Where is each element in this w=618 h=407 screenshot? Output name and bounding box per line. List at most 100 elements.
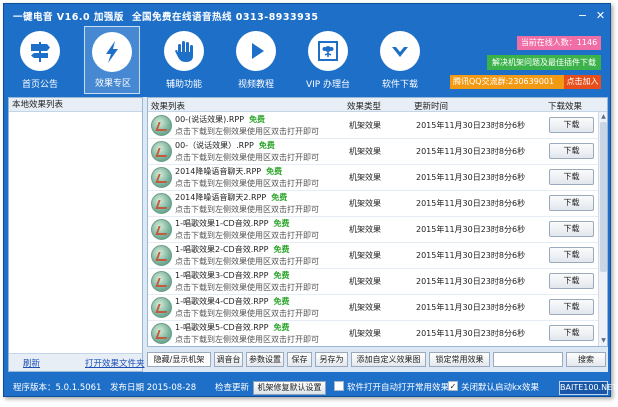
check-update-link[interactable]: 检查更新 — [215, 381, 249, 393]
scroll-thumb[interactable] — [600, 122, 607, 272]
nav-video-tutorials[interactable]: 视频教程 — [228, 26, 284, 94]
effect-name: 2014降噪语音聊天2.RPP 免费 — [175, 192, 287, 203]
minimize-icon[interactable]: − — [576, 10, 589, 21]
effect-updated-time: 2015年11月30日23时8分6秒 — [416, 147, 526, 156]
auto-open-checkbox[interactable] — [334, 381, 344, 391]
add-custom-effect-button[interactable]: 添加自定义效果图 — [351, 352, 426, 367]
effect-filename: 1-唱歌效果3-CD音效.RPP — [175, 271, 269, 280]
hand-icon — [164, 31, 204, 71]
rack-effect-icon — [151, 193, 172, 214]
effect-name: 1-唱歌效果1-CD音效.RPP 免费 — [175, 218, 289, 229]
scroll-down-icon[interactable]: ▼ — [600, 337, 607, 345]
search-button[interactable]: 搜索 — [566, 352, 606, 367]
toggle-rack-button[interactable]: 隐藏/显示机架 — [147, 352, 211, 367]
save-as-button[interactable]: 另存为 — [315, 352, 348, 367]
status-bar: 程序版本：5.0.1.5061 发布日期 2015-08-28 检查更新 机架修… — [4, 376, 617, 396]
effects-action-bar: 隐藏/显示机架 调音台 参数设置 保存 另存为 添加自定义效果图 锁定常用效果 … — [147, 351, 608, 369]
nav-home-announcement[interactable]: 首页公告 — [12, 26, 68, 94]
rack-effect-icon — [151, 115, 172, 136]
join-group-button[interactable]: 点击加入 — [564, 75, 601, 89]
nav-label: 效果专区 — [94, 79, 131, 89]
close-icon[interactable]: ✕ — [594, 10, 607, 21]
effect-name: 1-唱歌效果3-CD音效.RPP 免费 — [175, 270, 289, 281]
nav-vip-desk[interactable]: VIP 办理台 — [300, 26, 356, 94]
effect-updated-time: 2015年11月30日23时8分6秒 — [416, 121, 526, 130]
table-row[interactable]: 2014降噪语音聊天2.RPP 免费 点击下载到左侧效果使用区双击打开即可 机架效果 2… — [148, 190, 598, 217]
effect-type: 机架效果 — [349, 277, 381, 286]
effect-type: 机架效果 — [349, 303, 381, 312]
refresh-link[interactable]: 刷新 — [23, 357, 40, 369]
download-button[interactable]: 下载 — [549, 325, 594, 341]
app-title: 一键电音 V16.0 加强版 — [13, 12, 124, 23]
download-button[interactable]: 下载 — [549, 221, 594, 237]
nav-label: 视频教程 — [237, 80, 274, 90]
rack-effect-icon — [151, 271, 172, 292]
save-button[interactable]: 保存 — [287, 352, 312, 367]
open-folder-link[interactable]: 打开效果文件夹 — [85, 357, 145, 369]
nav-effects-zone[interactable]: 效果专区 — [84, 26, 140, 94]
download-button[interactable]: 下载 — [549, 143, 594, 159]
effect-updated-time: 2015年11月30日23时8分6秒 — [416, 303, 526, 312]
signpost-icon — [20, 31, 60, 71]
table-row[interactable]: 1-唱歌效果1-CD音效.RPP 免费 点击下载到左侧效果使用区双击打开即可 机架效果… — [148, 216, 598, 243]
effect-name: 2014降噪语音聊天.RPP 免费 — [175, 166, 282, 177]
table-row[interactable]: 1-唱歌效果2-CD音效.RPP 免费 点击下载到左侧效果使用区双击打开即可 机架效果… — [148, 242, 598, 269]
mixer-button[interactable]: 调音台 — [214, 352, 243, 367]
column-header-type: 效果类型 — [347, 102, 382, 112]
free-badge: 免费 — [249, 115, 266, 124]
effect-updated-time: 2015年11月30日23时8分6秒 — [416, 199, 526, 208]
nav-label: 辅助功能 — [165, 80, 202, 90]
table-row[interactable]: 1-唱歌效果3-CD音效.RPP 免费 点击下载到左侧效果使用区双击打开即可 机架效果… — [148, 268, 598, 295]
effect-name: 00-（说话效果）.RPP 免费 — [175, 140, 275, 151]
free-badge: 免费 — [273, 219, 290, 228]
download-button[interactable]: 下载 — [549, 247, 594, 263]
rack-reset-button[interactable]: 机架修复默认设置 — [253, 381, 326, 395]
rack-effect-icon — [151, 297, 172, 318]
auto-open-label: 软件打开自动打开常用效果 — [347, 383, 450, 393]
download-button[interactable]: 下载 — [549, 273, 594, 289]
download-button[interactable]: 下载 — [549, 195, 594, 211]
effect-hint: 点击下载到左侧效果使用区双击打开即可 — [175, 205, 319, 214]
download-button[interactable]: 下载 — [549, 117, 594, 133]
effect-hint: 点击下载到左侧效果使用区双击打开即可 — [175, 179, 319, 188]
effect-name: 1-唱歌效果2-CD音效.RPP 免费 — [175, 244, 289, 255]
release-date: 发布日期 2015-08-28 — [110, 383, 197, 393]
brand-link[interactable]: BAITE100.NET — [559, 381, 617, 395]
fix-plugin-download-link[interactable]: 解决机架问题及最佳插件下载 — [487, 55, 601, 70]
app-window: 一键电音 V16.0 加强版 全国免费在线语音热线 0313-8933935 −… — [3, 3, 617, 397]
lightning-icon — [92, 32, 132, 72]
effect-filename: 2014降噪语音聊天2.RPP — [175, 193, 267, 202]
effect-filename: 1-唱歌效果4-CD音效.RPP — [175, 297, 269, 306]
play-icon — [236, 31, 276, 71]
table-row[interactable]: 2014降噪语音聊天.RPP 免费 点击下载到左侧效果使用区双击打开即可 机架效果 20… — [148, 164, 598, 191]
download-button[interactable]: 下载 — [549, 169, 594, 185]
local-effects-links: 刷新 打开效果文件夹 — [9, 353, 145, 371]
effects-table-header: 效果列表 效果类型 更新时间 下载效果 — [148, 98, 607, 112]
search-input[interactable] — [493, 352, 563, 367]
close-kx-checkbox[interactable]: ✓ — [448, 381, 458, 391]
effect-name: 1-唱歌效果5-CD音效.RPP 免费 — [175, 322, 289, 333]
table-row[interactable]: 1-唱歌效果4-CD音效.RPP 免费 点击下载到左侧效果使用区双击打开即可 机架效果… — [148, 294, 598, 321]
table-row[interactable]: 00-(说话效果).RPP 免费 点击下载到左侧效果使用区双击打开即可 机架效果 201… — [148, 112, 598, 139]
hotline-text: 全国免费在线语音热线 0313-8933935 — [132, 12, 319, 23]
table-row[interactable]: 1-唱歌效果5-CD音效.RPP 免费 点击下载到左侧效果使用区双击打开即可 机架效果… — [148, 320, 598, 346]
effect-hint: 点击下载到左侧效果使用区双击打开即可 — [175, 153, 319, 162]
online-count-badge: 当前在线人数：1146 — [517, 36, 601, 50]
download-button[interactable]: 下载 — [549, 299, 594, 315]
effect-filename: 2014降噪语音聊天.RPP — [175, 167, 262, 176]
nav-assist-functions[interactable]: 辅助功能 — [156, 26, 212, 94]
vertical-scrollbar[interactable]: ▲ ▼ — [598, 112, 607, 346]
effect-type: 机架效果 — [349, 329, 381, 338]
effect-updated-time: 2015年11月30日23时8分6秒 — [416, 225, 526, 234]
main-toolbar: 首页公告 效果专区 辅助功能 视频教程 VIP 办理台 软件下载 当前在线人数：… — [4, 26, 610, 96]
rack-effect-icon — [151, 141, 172, 162]
nav-software-download[interactable]: 软件下载 — [372, 26, 428, 94]
free-badge: 免费 — [273, 245, 290, 254]
scroll-up-icon[interactable]: ▲ — [600, 113, 607, 121]
lock-effects-button[interactable]: 锁定常用效果 — [429, 352, 490, 367]
effect-filename: 1-唱歌效果5-CD音效.RPP — [175, 323, 269, 332]
effect-filename: 1-唱歌效果1-CD音效.RPP — [175, 219, 269, 228]
params-button[interactable]: 参数设置 — [246, 352, 284, 367]
nav-label: 首页公告 — [21, 80, 58, 90]
table-row[interactable]: 00-（说话效果）.RPP 免费 点击下载到左侧效果使用区双击打开即可 机架效果 201… — [148, 138, 598, 165]
